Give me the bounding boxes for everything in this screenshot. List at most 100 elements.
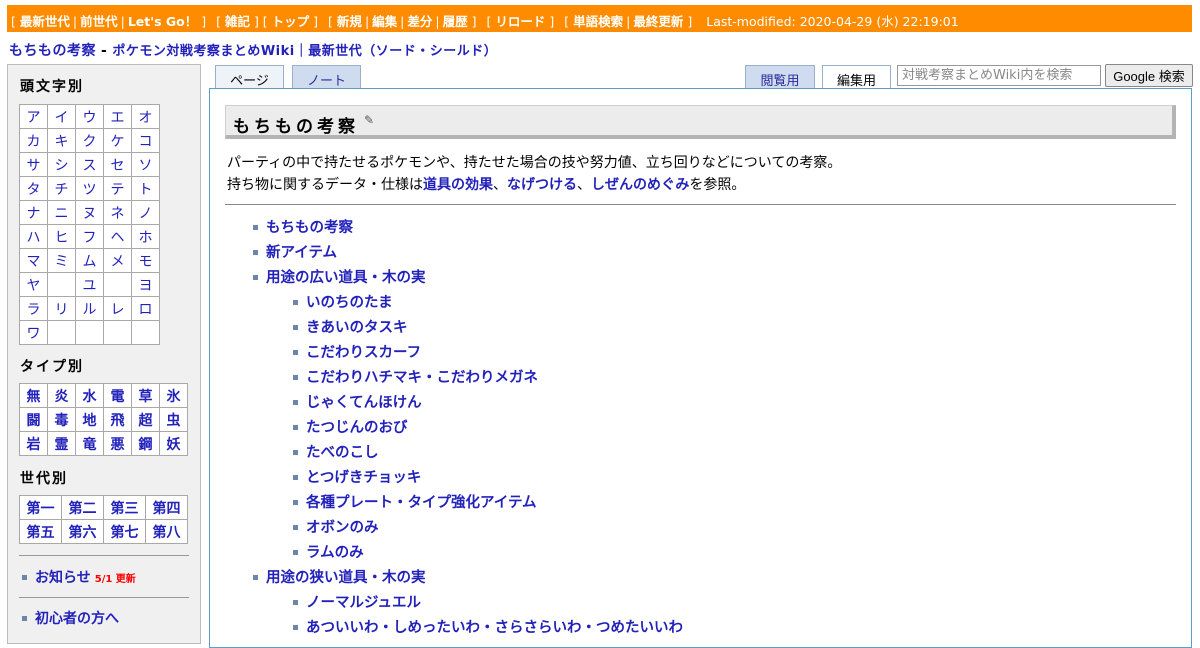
kana-index-cell[interactable]: ア [19, 104, 48, 129]
kana-index-cell[interactable]: ス [75, 152, 104, 177]
toc-link[interactable]: オボンのみ [306, 520, 379, 536]
kana-index-cell[interactable]: ミ [47, 248, 76, 273]
kana-index-cell[interactable]: ノ [131, 200, 160, 225]
toc-link[interactable]: とつげきチョッキ [306, 470, 421, 486]
toc-link[interactable]: あついいわ・しめったいわ・さらさらいわ・つめたいいわ [306, 620, 683, 636]
type-index-cell[interactable]: 電 [103, 383, 132, 408]
nav-link-latest-gen[interactable]: 最新世代 [20, 14, 70, 29]
kana-index-cell[interactable]: ヌ [75, 200, 104, 225]
type-index-cell[interactable]: 鋼 [131, 431, 160, 456]
kana-index-cell[interactable]: ホ [131, 224, 160, 249]
natural-gift-link[interactable]: しぜんのめぐみ [591, 177, 689, 193]
type-index-cell[interactable]: 霊 [47, 431, 76, 456]
tab-edit-mode[interactable]: 編集用 [822, 65, 891, 89]
kana-index-cell[interactable]: ム [75, 248, 104, 273]
kana-index-cell[interactable]: ウ [75, 104, 104, 129]
type-index-cell[interactable]: 水 [75, 383, 104, 408]
kana-index-cell[interactable]: ソ [131, 152, 160, 177]
toc-link[interactable]: 新アイテム [266, 245, 337, 261]
fling-link[interactable]: なげつける [507, 177, 577, 193]
kana-index-cell[interactable]: ト [131, 176, 160, 201]
kana-index-cell[interactable]: イ [47, 104, 76, 129]
toc-link[interactable]: じゃくてんほけん [306, 395, 422, 411]
kana-index-cell[interactable]: メ [103, 248, 132, 273]
news-link[interactable]: お知らせ [35, 570, 91, 586]
generation-index-cell[interactable]: 第一 [19, 495, 62, 520]
generation-index-cell[interactable]: 第四 [145, 495, 188, 520]
nav-link-top[interactable]: トップ [272, 14, 310, 29]
kana-index-cell[interactable]: エ [103, 104, 132, 129]
type-index-cell[interactable]: 妖 [159, 431, 188, 456]
kana-index-cell[interactable]: リ [47, 296, 76, 321]
toc-link[interactable]: たつじんのおび [306, 420, 408, 436]
nav-link-history[interactable]: 履歴 [443, 14, 468, 29]
toc-link[interactable]: 用途の広い道具・木の実 [266, 270, 426, 286]
kana-index-cell[interactable]: ヨ [131, 272, 160, 297]
kana-index-cell[interactable]: ナ [19, 200, 48, 225]
type-index-cell[interactable]: 草 [131, 383, 160, 408]
kana-index-cell[interactable]: コ [131, 128, 160, 153]
kana-index-cell[interactable]: ク [75, 128, 104, 153]
toc-link[interactable]: 各種プレート・タイプ強化アイテム [306, 495, 537, 511]
toc-link[interactable]: ノーマルジュエル [306, 595, 421, 611]
generation-index-cell[interactable]: 第三 [103, 495, 146, 520]
kana-index-cell[interactable]: ケ [103, 128, 132, 153]
pencil-icon[interactable]: ✎ [364, 113, 374, 127]
nav-link-reload[interactable]: リロード [495, 14, 545, 29]
kana-index-cell[interactable]: ネ [103, 200, 132, 225]
kana-index-cell[interactable]: マ [19, 248, 48, 273]
type-index-cell[interactable]: 飛 [103, 407, 132, 432]
item-effects-link[interactable]: 道具の効果 [423, 177, 493, 193]
toc-link[interactable]: いのちのたま [306, 295, 393, 311]
kana-index-cell[interactable]: レ [103, 296, 132, 321]
kana-index-cell[interactable]: ヒ [47, 224, 76, 249]
kana-index-cell[interactable]: ヘ [103, 224, 132, 249]
type-index-cell[interactable]: 無 [19, 383, 48, 408]
nav-link-word-search[interactable]: 単語検索 [573, 14, 623, 29]
generation-index-cell[interactable]: 第五 [19, 519, 62, 544]
wiki-name-link[interactable]: ポケモン対戦考察まとめWiki｜最新世代（ソード・シールド） [112, 44, 497, 59]
generation-index-cell[interactable]: 第二 [61, 495, 104, 520]
toc-link[interactable]: こだわりスカーフ [306, 345, 421, 361]
kana-index-cell[interactable]: ロ [131, 296, 160, 321]
type-index-cell[interactable]: 地 [75, 407, 104, 432]
toc-link[interactable]: もちもの考察 [266, 220, 353, 236]
toc-link[interactable]: ラムのみ [306, 545, 364, 561]
kana-index-cell[interactable]: フ [75, 224, 104, 249]
kana-index-cell[interactable]: セ [103, 152, 132, 177]
kana-index-cell[interactable]: ユ [75, 272, 104, 297]
kana-index-cell[interactable]: ワ [19, 320, 48, 345]
type-index-cell[interactable]: 岩 [19, 431, 48, 456]
type-index-cell[interactable]: 氷 [159, 383, 188, 408]
nav-link-new[interactable]: 新規 [337, 14, 362, 29]
type-index-cell[interactable]: 闘 [19, 407, 48, 432]
kana-index-cell[interactable]: オ [131, 104, 160, 129]
toc-link[interactable]: 用途の狭い道具・木の実 [266, 570, 426, 586]
generation-index-cell[interactable]: 第六 [61, 519, 104, 544]
toc-link[interactable]: たべのこし [306, 445, 379, 461]
type-index-cell[interactable]: 竜 [75, 431, 104, 456]
search-input[interactable] [897, 65, 1101, 86]
kana-index-cell[interactable]: テ [103, 176, 132, 201]
kana-index-cell[interactable]: カ [19, 128, 48, 153]
kana-index-cell[interactable]: シ [47, 152, 76, 177]
kana-index-cell[interactable]: ル [75, 296, 104, 321]
nav-link-notes[interactable]: 雑記 [225, 14, 250, 29]
tab-page[interactable]: ページ [215, 65, 284, 89]
nav-link-edit[interactable]: 編集 [372, 14, 397, 29]
type-index-cell[interactable]: 虫 [159, 407, 188, 432]
kana-index-cell[interactable]: ツ [75, 176, 104, 201]
tab-note[interactable]: ノート [292, 65, 361, 89]
toc-link[interactable]: きあいのタスキ [306, 320, 408, 336]
page-title-link[interactable]: もちもの考察 [9, 43, 96, 59]
kana-index-cell[interactable]: ハ [19, 224, 48, 249]
type-index-cell[interactable]: 毒 [47, 407, 76, 432]
kana-index-cell[interactable]: ニ [47, 200, 76, 225]
tab-view-mode[interactable]: 閲覧用 [745, 65, 815, 89]
nav-link-lets-go[interactable]: Let's Go！ [128, 14, 197, 29]
type-index-cell[interactable]: 悪 [103, 431, 132, 456]
type-index-cell[interactable]: 炎 [47, 383, 76, 408]
beginner-link[interactable]: 初心者の方へ [35, 611, 119, 627]
generation-index-cell[interactable]: 第七 [103, 519, 146, 544]
kana-index-cell[interactable]: モ [131, 248, 160, 273]
